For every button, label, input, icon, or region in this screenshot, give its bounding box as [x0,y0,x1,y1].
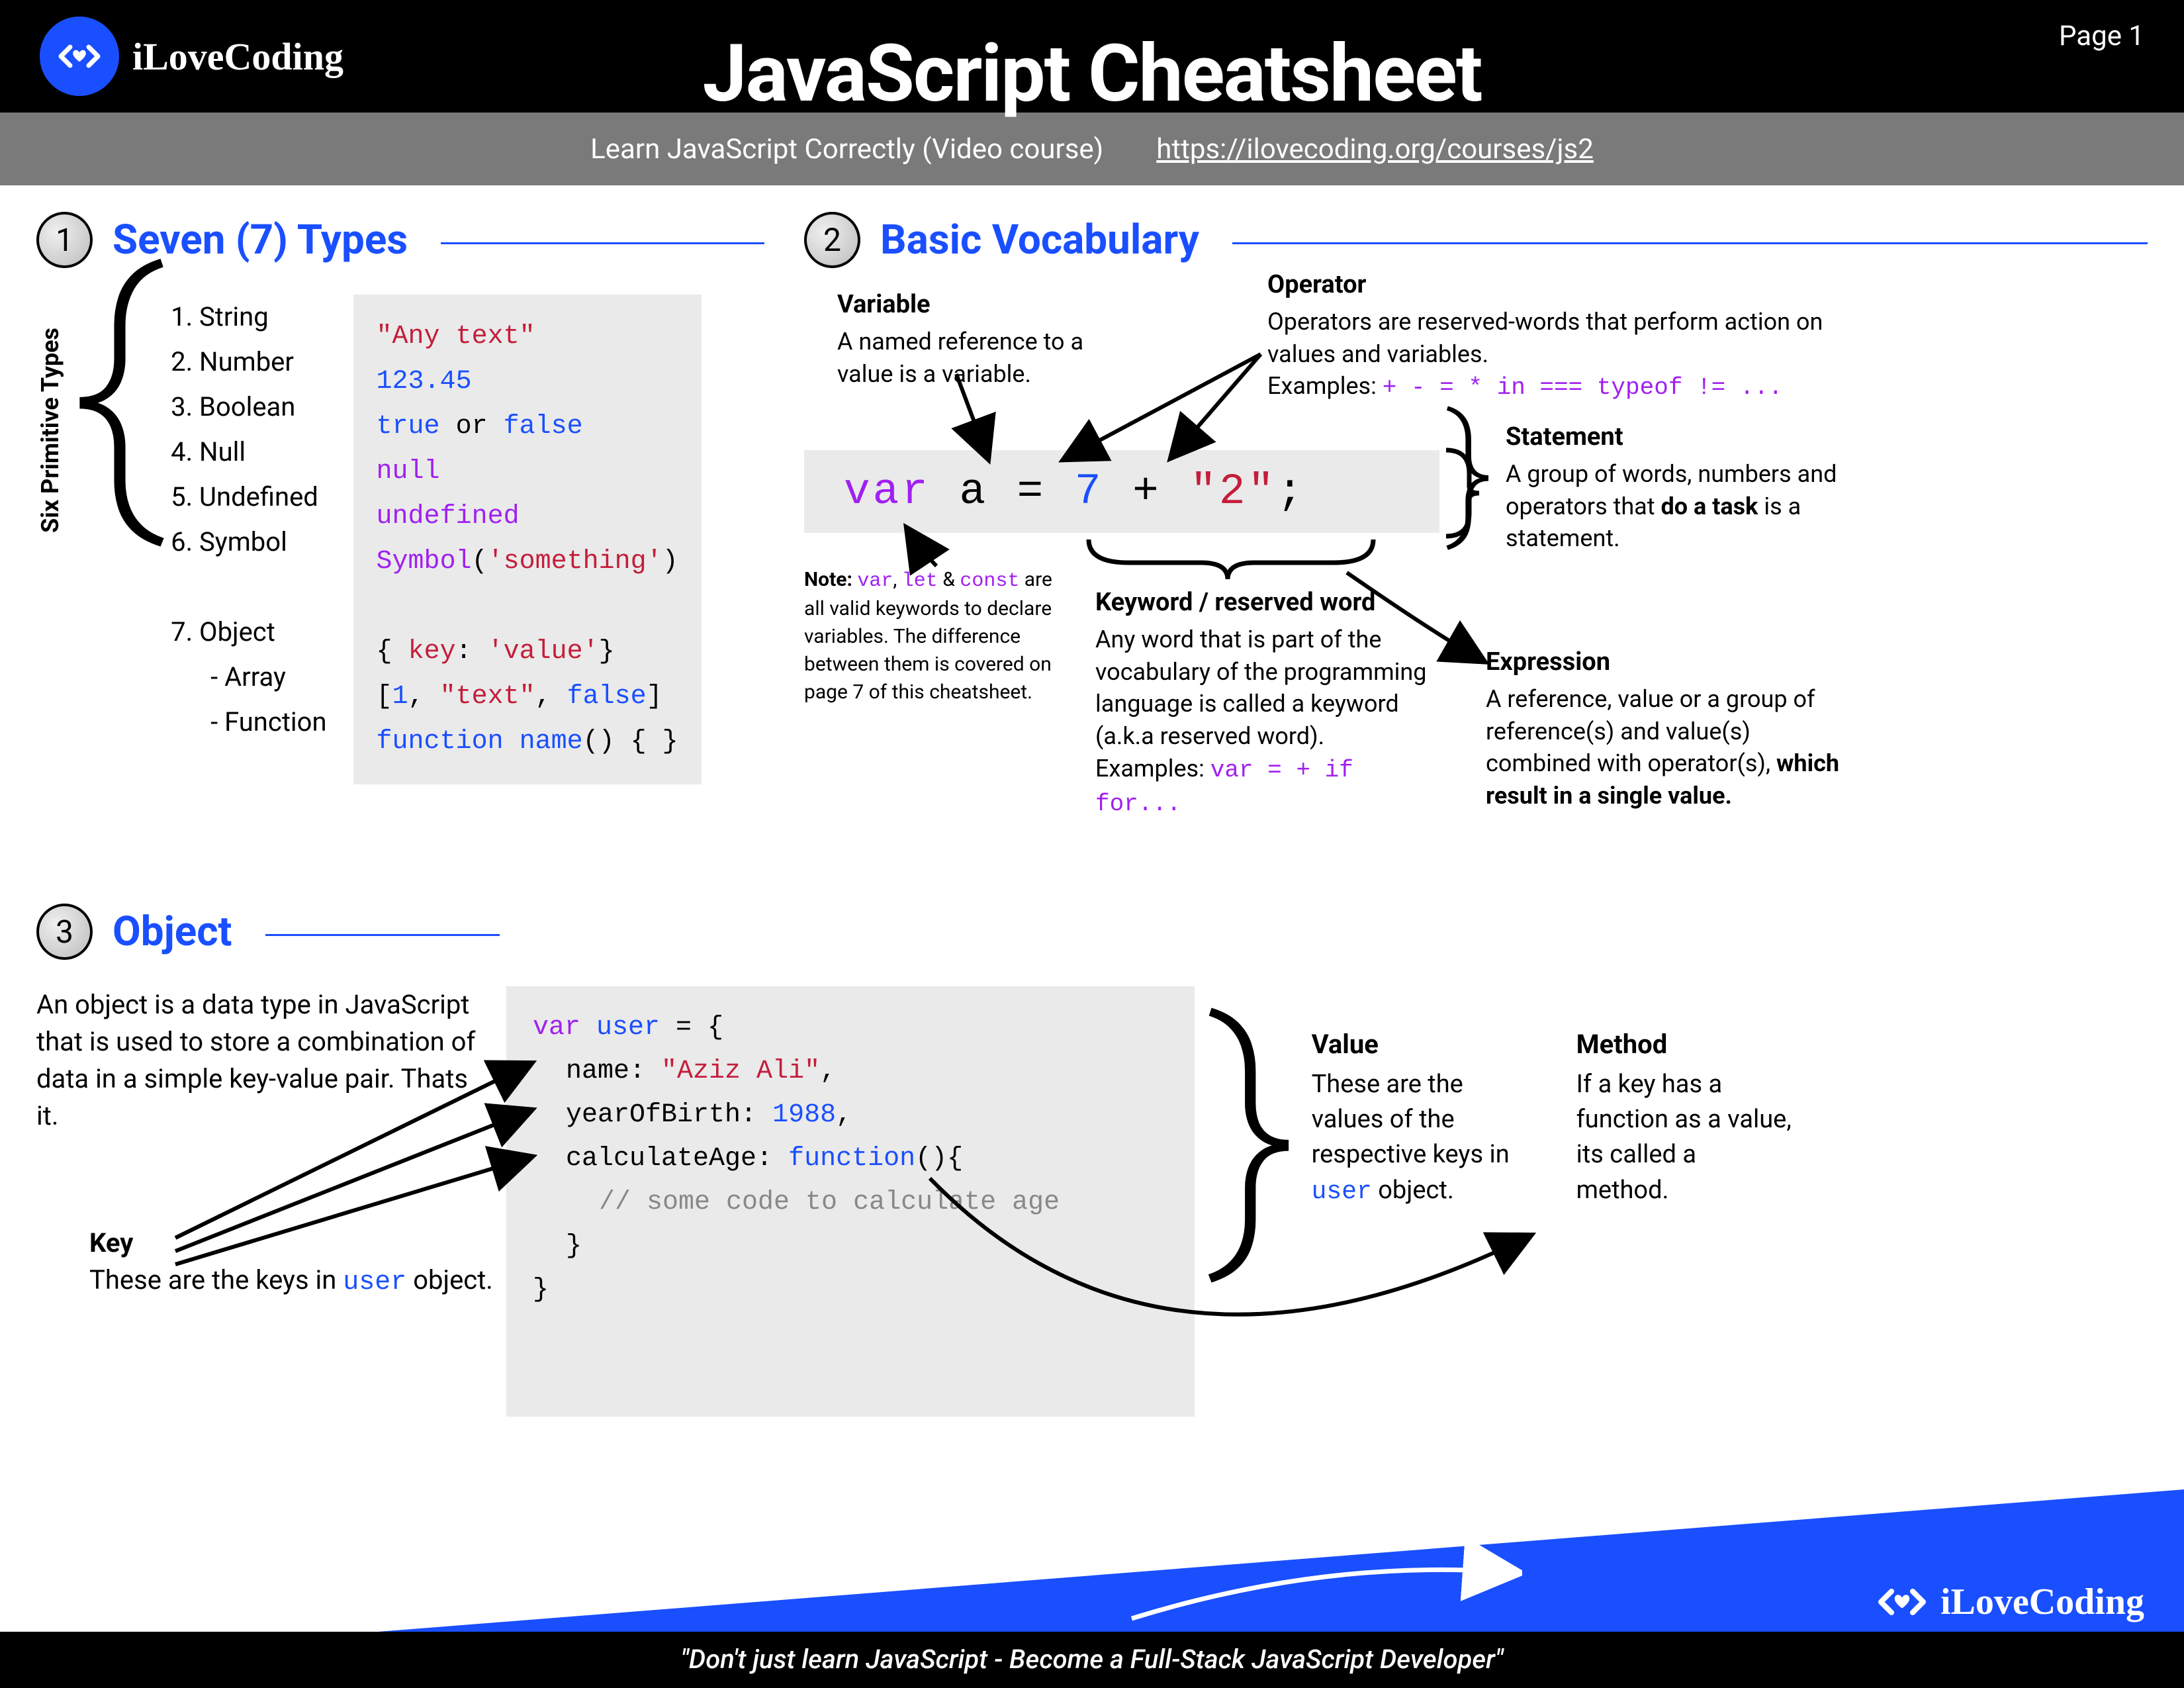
type-symbol: 6. Symbol [171,520,326,565]
type-string: 1. String [171,295,326,340]
brace-icon: } [1208,1033,1298,1417]
footer-brand-name: iLoveCoding [1940,1581,2144,1623]
section-vocabulary: 2 Basic Vocabulary var a = 7 + "2"; Vari… [804,212,2148,897]
callout-method: Method If a key has a function as a valu… [1576,1026,1795,1417]
section-number-2: 2 [804,212,860,268]
callout-key: Key These are the keys in user object. [89,1225,493,1301]
main-content: 1 Seven (7) Types Six Primitive Types { … [0,185,2184,1417]
callout-expression: Expression A reference, value or a group… [1486,645,1843,812]
course-link[interactable]: https://ilovecoding.org/courses/js2 [1156,133,1594,165]
callout-keyword: Keyword / reserved word Any word that is… [1095,586,1446,821]
section-rule [441,242,764,244]
object-intro: An object is a data type in JavaScript t… [36,986,493,1417]
type-array: - Array [171,655,326,700]
type-object: 7. Object [171,610,326,655]
section-rule [265,934,500,936]
document-title: JavaScript Cheatsheet [703,28,1482,120]
types-code: "Any text" 123.45 true or false null und… [353,295,702,784]
footer-quote: "Don't just learn JavaScript - Become a … [680,1644,1503,1675]
header-black: iLoveCoding JavaScript Cheatsheet Page 1 [0,0,2184,113]
section-title-object: Object [113,908,232,956]
header-gray: Learn JavaScript Correctly (Video course… [0,113,2184,185]
note-var-let-const: Note: var, let & const are all valid key… [804,566,1069,706]
type-undefined: 5. Undefined [171,475,326,520]
types-list: 1. String 2. Number 3. Boolean 4. Null 5… [171,295,326,784]
type-function: - Function [171,700,326,745]
section-rule [1232,242,2148,244]
object-code: var user = { name: "Aziz Ali", yearOfBir… [506,986,1195,1417]
callout-variable: Variable A named reference to a value is… [837,288,1142,390]
brace-icon: { [69,268,164,784]
course-label: Learn JavaScript Correctly (Video course… [590,133,1103,165]
type-number: 2. Number [171,340,326,385]
svg-text:}: } [1446,385,1494,555]
brand-name: iLoveCoding [132,34,343,79]
type-boolean: 3. Boolean [171,385,326,430]
code-heart-icon [56,33,103,79]
brand-logo [40,17,119,96]
page-number: Page 1 [2059,20,2144,52]
callout-statement: Statement A group of words, numbers and … [1506,420,1856,555]
code-heart-icon [1876,1575,1929,1628]
footer-brand: iLoveCoding [1876,1575,2144,1628]
vocab-code: var a = 7 + "2"; [804,450,1439,533]
section-object: 3 Object An object is a data type in Jav… [36,904,2148,1417]
type-null: 4. Null [171,430,326,475]
callout-operator: Operator Operators are reserved-words th… [1267,268,1850,404]
callout-value: Value These are the values of the respec… [1312,1026,1537,1417]
section-number-3: 3 [36,904,93,960]
section-types: 1 Seven (7) Types Six Primitive Types { … [36,212,764,897]
swoosh-arrow-icon [1125,1539,1522,1632]
section-title-vocab: Basic Vocabulary [880,216,1199,264]
primitive-types-label: Six Primitive Types [36,328,64,533]
